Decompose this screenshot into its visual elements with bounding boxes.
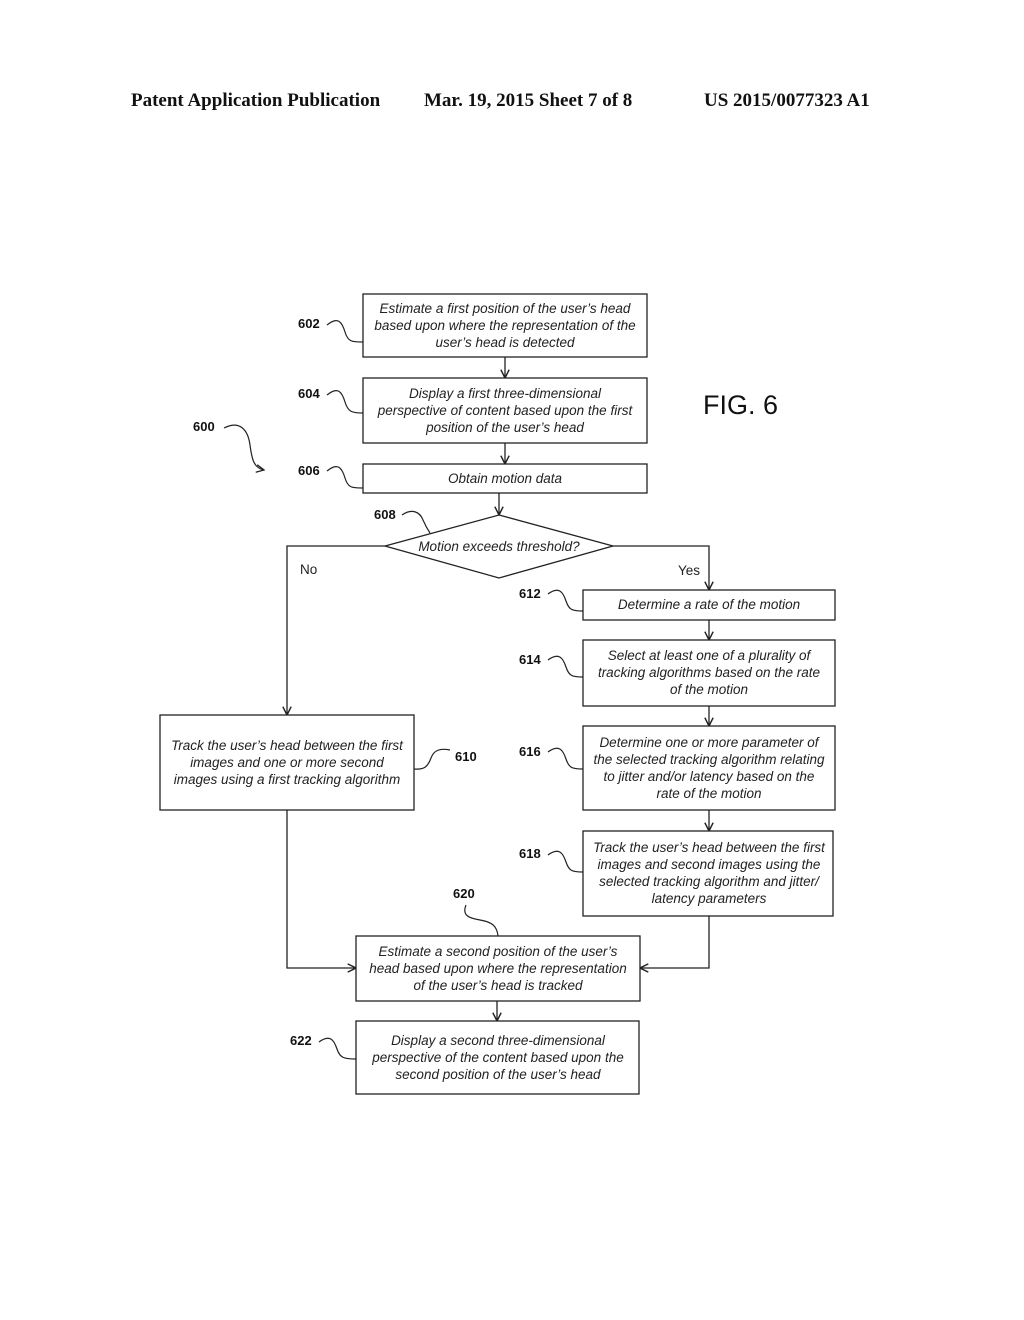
step-622: Display a second three-dimensional persp… (290, 1020, 640, 1095)
ref-612: 612 (519, 586, 541, 601)
svg-text:latency parameters: latency parameters (652, 891, 767, 906)
branch-yes-label: Yes (678, 563, 700, 578)
svg-text:Obtain motion data: Obtain motion data (448, 471, 563, 486)
ref-606: 606 (298, 463, 320, 478)
svg-text:images and one or more second: images and one or more second (190, 755, 384, 770)
step-614: Select at least one of a plurality of tr… (519, 639, 836, 707)
svg-text:Track the user’s head between: Track the user’s head between the first (593, 840, 826, 855)
svg-text:Display a second three-dimensi: Display a second three-dimensional (391, 1033, 606, 1048)
step-616: Determine one or more parameter of the s… (519, 725, 836, 811)
step-612: Determine a rate of the motion 612 (519, 586, 836, 621)
svg-text:selected tracking algorithm an: selected tracking algorithm and jitter/ (599, 874, 820, 889)
step-610: Track the user’s head between the first … (159, 714, 477, 811)
svg-text:images using a first tracking: images using a first tracking algorithm (174, 772, 401, 787)
ref-602: 602 (298, 316, 320, 331)
svg-text:tracking algorithms based on t: tracking algorithms based on the rate (598, 665, 820, 680)
ref-622: 622 (290, 1033, 312, 1048)
ref-604: 604 (298, 386, 320, 401)
ref-620: 620 (453, 886, 475, 901)
svg-text:of the user’s head is tracked: of the user’s head is tracked (413, 978, 583, 993)
svg-text:Display a first three-dimensio: Display a first three-dimensional (409, 386, 602, 401)
svg-text:Estimate a first position of t: Estimate a first position of the user’s … (380, 301, 631, 316)
branch-no-label: No (300, 562, 317, 577)
ref-608: 608 (374, 507, 396, 522)
svg-text:rate of the motion: rate of the motion (656, 786, 761, 801)
ref-600-arrow (223, 424, 264, 470)
svg-text:Select at least one of a plura: Select at least one of a plurality of (608, 648, 812, 663)
connector-618-620 (640, 916, 710, 968)
svg-text:images and second images using: images and second images using the (598, 857, 821, 872)
step-606: Obtain motion data 606 (298, 463, 648, 494)
connector-610-620 (286, 810, 356, 968)
ref-614: 614 (519, 652, 541, 667)
svg-text:Determine one or more paramete: Determine one or more parameter of (599, 735, 819, 750)
ref-610: 610 (455, 749, 477, 764)
svg-text:perspective of content based u: perspective of content based upon the fi… (377, 403, 634, 418)
svg-text:Estimate a second position of: Estimate a second position of the user’s (379, 944, 618, 959)
ref-616: 616 (519, 744, 541, 759)
svg-text:position of the user’s head: position of the user’s head (425, 420, 584, 435)
svg-text:Determine a rate of the motion: Determine a rate of the motion (618, 597, 800, 612)
svg-text:user’s head is detected: user’s head is detected (435, 335, 575, 350)
svg-text:Motion exceeds threshold?: Motion exceeds threshold? (418, 539, 580, 554)
svg-text:perspective of the content bas: perspective of the content based upon th… (371, 1050, 623, 1065)
ref-618: 618 (519, 846, 541, 861)
svg-text:of the motion: of the motion (670, 682, 748, 697)
svg-text:to jitter and/or latency based: to jitter and/or latency based on the (604, 769, 815, 784)
step-618: Track the user’s head between the first … (519, 830, 834, 917)
svg-text:based upon where the represent: based upon where the representation of t… (374, 318, 635, 333)
svg-text:second position of the user’s: second position of the user’s head (395, 1067, 601, 1082)
svg-text:the selected tracking algorith: the selected tracking algorithm relating (593, 752, 825, 767)
svg-text:head based upon where the repr: head based upon where the representation (369, 961, 626, 976)
figure-label: FIG. 6 (703, 390, 778, 420)
decision-608: Motion exceeds threshold? 608 (374, 507, 616, 579)
flowchart: FIG. 6 600 No Yes Estimate a first posit… (159, 293, 836, 1095)
step-602: Estimate a first position of the user’s … (298, 293, 648, 358)
svg-text:Track the user’s head between: Track the user’s head between the first (171, 738, 404, 753)
ref-600: 600 (193, 419, 215, 434)
step-604: Display a first three-dimensional perspe… (298, 377, 648, 444)
